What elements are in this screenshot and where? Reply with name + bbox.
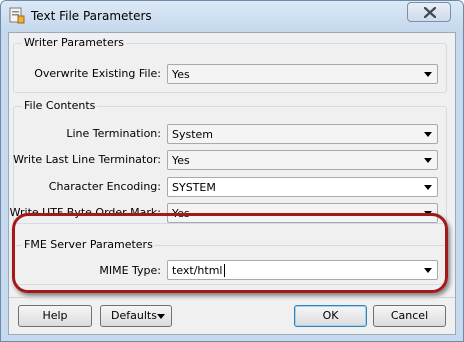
window-title: Text File Parameters [31, 9, 152, 23]
highlight-annotation [12, 213, 448, 293]
character-encoding-value: SYSTEM [172, 181, 216, 194]
dialog-window: Text File Parameters Writer Parameters O… [0, 0, 464, 342]
write-last-terminator-select[interactable]: Yes [167, 150, 438, 170]
ok-button[interactable]: OK [294, 305, 367, 327]
character-encoding-label: Character Encoding: [48, 180, 161, 193]
overwrite-label: Overwrite Existing File: [34, 67, 161, 80]
chevron-down-icon [157, 314, 165, 319]
character-encoding-combo[interactable]: SYSTEM [167, 177, 438, 197]
cancel-button-label: Cancel [390, 309, 429, 322]
close-icon [424, 7, 436, 18]
write-last-terminator-label: Write Last Line Terminator: [13, 153, 161, 166]
writer-parameters-label: Writer Parameters [22, 36, 127, 49]
defaults-button-label: Defaults [111, 309, 157, 322]
chevron-down-icon [424, 72, 432, 77]
help-button[interactable]: Help [18, 305, 92, 327]
help-button-label: Help [42, 309, 68, 322]
line-termination-label: Line Termination: [66, 127, 161, 140]
line-termination-select[interactable]: System [167, 124, 438, 144]
file-contents-label: File Contents [22, 99, 98, 112]
ok-button-label: OK [322, 309, 339, 322]
chevron-down-icon [424, 158, 432, 163]
line-termination-value: System [172, 128, 214, 141]
write-last-terminator-value: Yes [172, 154, 190, 167]
chevron-down-icon [424, 185, 432, 190]
button-separator [9, 297, 455, 298]
close-button[interactable] [407, 2, 451, 22]
cancel-button[interactable]: Cancel [373, 305, 446, 327]
chevron-down-icon [424, 132, 432, 137]
fme-app-icon [9, 7, 25, 24]
overwrite-select[interactable]: Yes [167, 64, 438, 84]
overwrite-value: Yes [172, 68, 190, 81]
dialog-body: Writer Parameters Overwrite Existing Fil… [8, 32, 456, 335]
defaults-button[interactable]: Defaults [100, 305, 172, 327]
title-bar[interactable]: Text File Parameters [1, 1, 463, 33]
